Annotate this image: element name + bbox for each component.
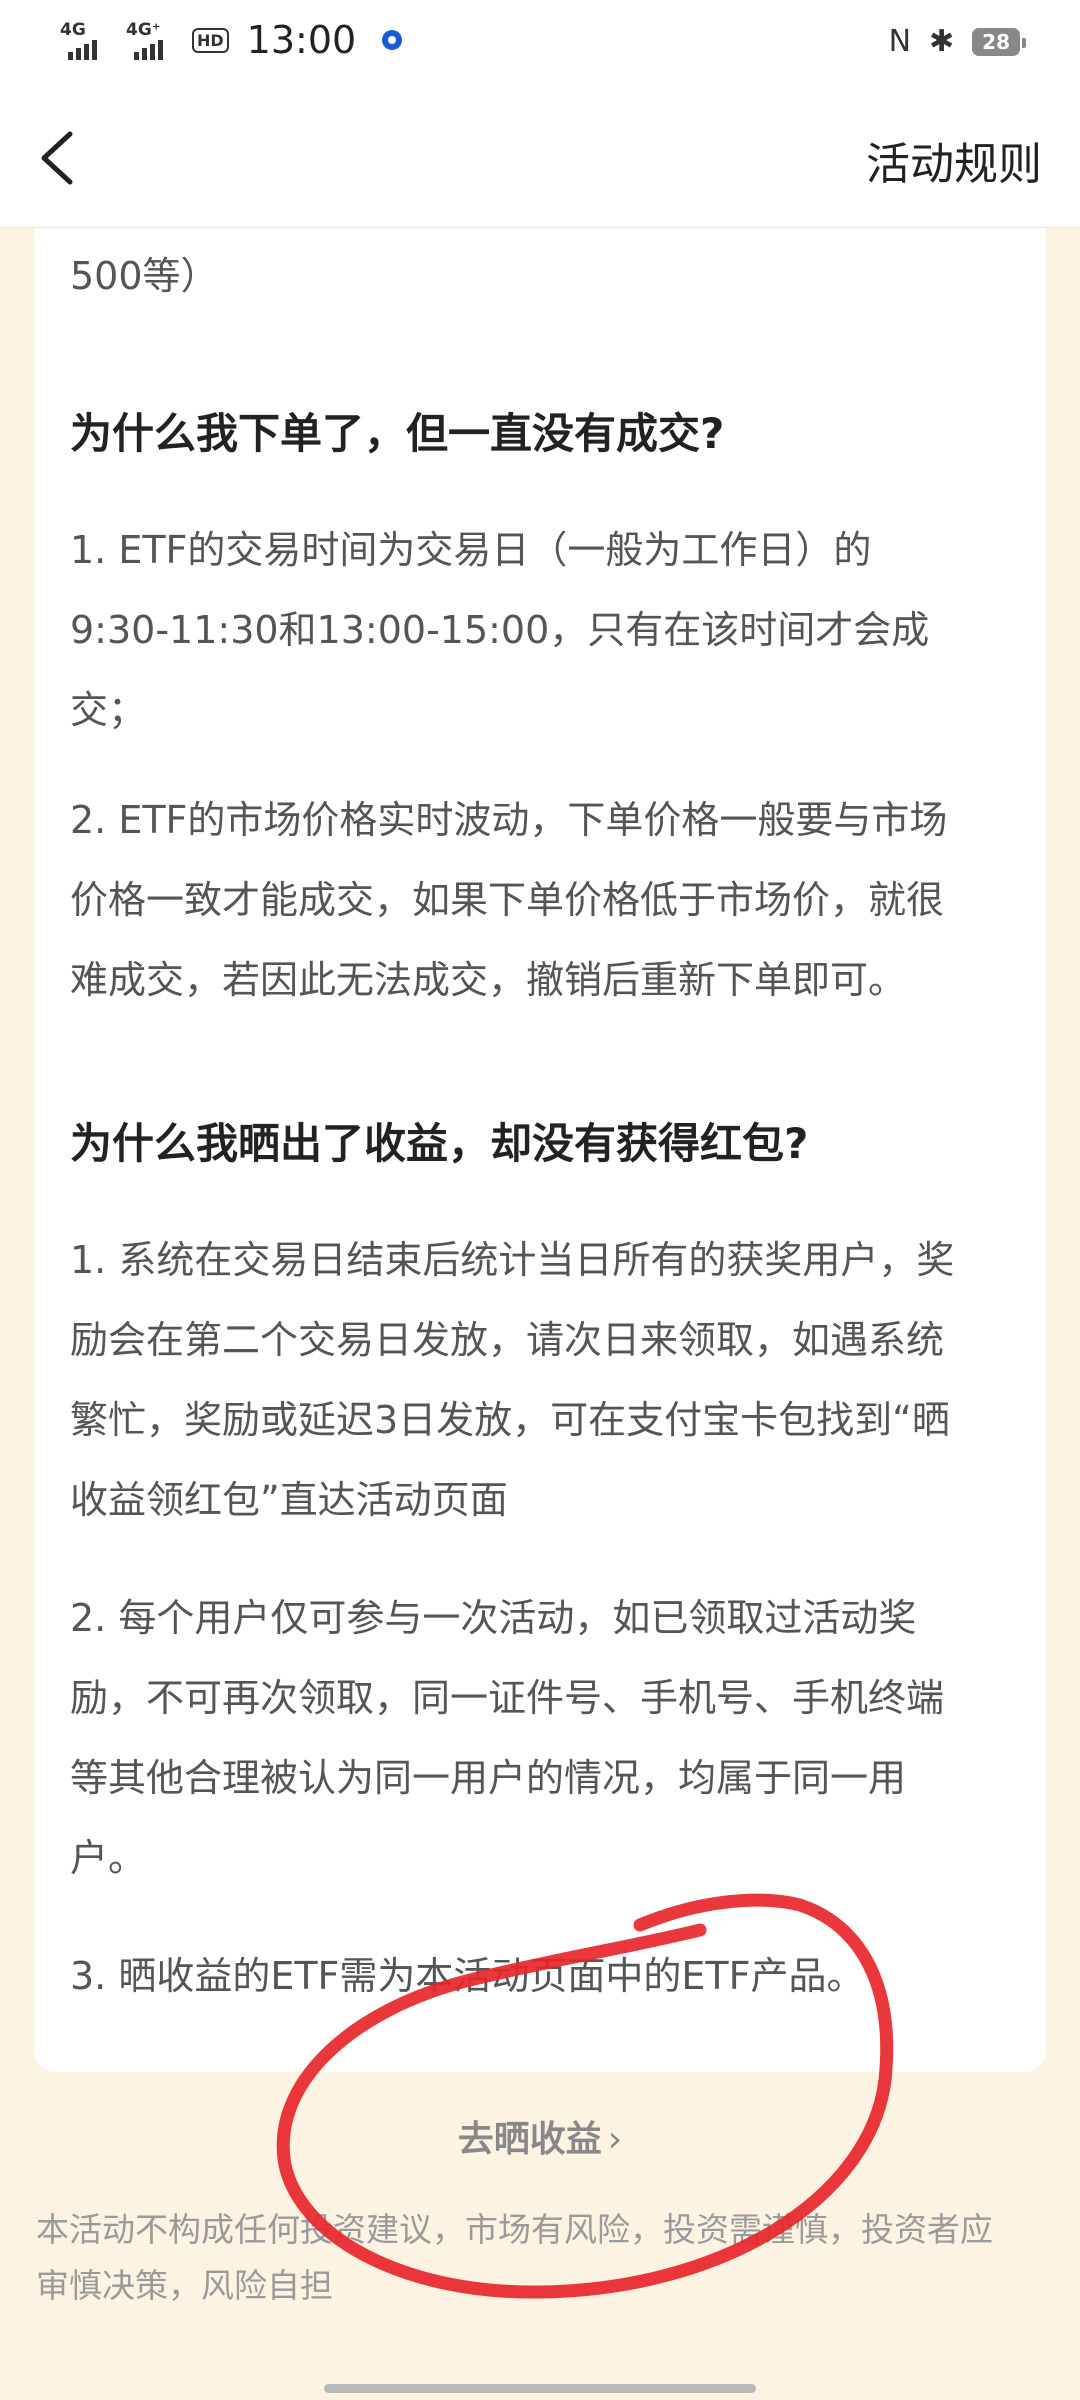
rule-line: 交；: [70, 688, 147, 732]
section-heading: 为什么我下单了，但一直没有成交?: [70, 409, 725, 458]
share-earnings-link[interactable]: 去晒收益 ›: [0, 2110, 1080, 2162]
rule-line: 价格一致才能成交，如果下单价格低于市场价，就很: [70, 878, 945, 922]
rule-line: 2. ETF的市场价格实时波动，下单价格一般要与市场: [70, 798, 948, 842]
status-time: 13:00: [246, 18, 357, 62]
back-button[interactable]: [32, 126, 92, 190]
rule-line: 户。: [70, 1836, 147, 1880]
rule-line: 励，不可再次领取，同一证件号、手机号、手机终端: [70, 1676, 945, 1720]
network-type-label-2: 4G⁺: [126, 20, 161, 40]
chevron-right-icon: ›: [607, 2119, 623, 2160]
network-type-label: 4G: [60, 20, 86, 40]
share-earnings-label: 去晒收益: [457, 2119, 602, 2160]
rule-line: 1. 系统在交易日结束后统计当日所有的获奖用户，奖: [70, 1238, 955, 1282]
rules-card: 500等） 为什么我下单了，但一直没有成交? 1. ETF的交易时间为交易日（一…: [34, 228, 1046, 2072]
home-indicator[interactable]: [324, 2384, 756, 2393]
nav-bar: 活动规则: [0, 90, 1080, 228]
disclaimer-line: 审慎决策，风险自担: [36, 2266, 333, 2305]
risk-disclaimer: 本活动不构成任何投资建议，市场有风险，投资需谨慎，投资者应 审慎决策，风险自担: [36, 2202, 1046, 2314]
rule-line: 1. ETF的交易时间为交易日（一般为工作日）的: [70, 528, 872, 572]
section-heading: 为什么我晒出了收益，却没有获得红包?: [70, 1119, 809, 1168]
rule-line: 难成交，若因此无法成交，撤销后重新下单即可。: [70, 958, 907, 1002]
rule-line: 3. 晒收益的ETF需为本活动页面中的ETF产品。: [70, 1954, 865, 1998]
disclaimer-line: 本活动不构成任何投资建议，市场有风险，投资需谨慎，投资者应: [36, 2210, 993, 2249]
app-notification-icon: [382, 30, 403, 50]
rule-line: 2. 每个用户仅可参与一次活动，如已领取过活动奖: [70, 1596, 917, 1640]
signal-strength-icon-2: 4G⁺: [126, 20, 178, 60]
status-right: N ✱ 28: [888, 24, 1026, 59]
rule-line: 9:30-11:30和13:00-15:00，只有在该时间才会成: [70, 608, 930, 652]
battery-icon: 28: [972, 27, 1026, 56]
status-left: 4G 4G⁺ HD 13:00: [60, 18, 403, 62]
nfc-icon: N: [888, 24, 912, 59]
bluetooth-icon: ✱: [929, 24, 955, 59]
rule-line: 繁忙，奖励或延迟3日发放，可在支付宝卡包找到“晒: [70, 1398, 950, 1442]
signal-strength-icon: 4G: [60, 20, 112, 60]
hd-voice-icon: HD: [192, 27, 229, 53]
status-bar: 4G 4G⁺ HD 13:00 N ✱ 28: [0, 0, 1080, 90]
rule-line: 等其他合理被认为同一用户的情况，均属于同一用: [70, 1756, 907, 1800]
rule-line: 励会在第二个交易日发放，请次日来领取，如遇系统: [70, 1318, 945, 1362]
chevron-left-icon: [41, 131, 73, 185]
cut-off-text: 500等）: [70, 254, 219, 298]
page-title: 活动规则: [866, 139, 1042, 190]
rule-line: 收益领红包”直达活动页面: [70, 1478, 508, 1522]
